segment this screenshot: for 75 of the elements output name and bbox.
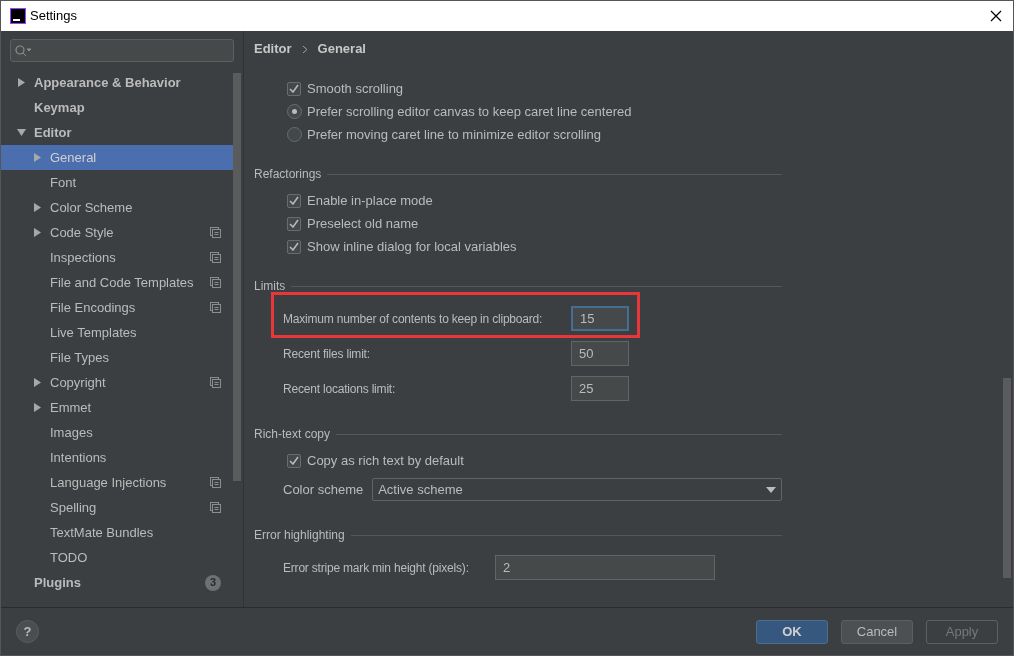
sidebar-item[interactable]: Emmet: [1, 395, 233, 420]
field-label: Recent locations limit:: [283, 380, 397, 398]
sidebar-item[interactable]: Language Injections: [1, 470, 233, 495]
dropdown-arrow-icon: [766, 486, 776, 493]
sidebar-item[interactable]: Appearance & Behavior: [1, 70, 233, 95]
sidebar-item[interactable]: Plugins 3: [1, 570, 233, 595]
collapsed-arrow-icon[interactable]: [33, 228, 42, 237]
search-icon: [15, 44, 31, 57]
radio-label: Prefer scrolling editor canvas to keep caret line centered: [307, 102, 632, 121]
section-title: Refactorings: [254, 166, 322, 183]
checkbox[interactable]: [287, 453, 301, 468]
number-field[interactable]: 15: [571, 306, 629, 331]
sidebar-item[interactable]: Color Scheme: [1, 195, 233, 220]
number-field[interactable]: 25: [571, 376, 629, 401]
radio-label: Prefer moving caret line to minimize editor scrolling: [307, 125, 602, 144]
help-button[interactable]: ?: [16, 620, 39, 643]
window-title: Settings: [30, 7, 77, 26]
field-label: Color scheme: [283, 480, 365, 499]
chevron-right-icon: [301, 44, 308, 54]
close-icon[interactable]: [990, 10, 1002, 22]
sidebar-item[interactable]: Copyright: [1, 370, 233, 395]
app-logo-icon: [10, 8, 26, 24]
check-icon: [289, 456, 299, 465]
checkbox[interactable]: [287, 193, 301, 208]
collapsed-arrow-icon[interactable]: [33, 203, 42, 212]
checkbox[interactable]: [287, 216, 301, 231]
sidebar-item[interactable]: File Types: [1, 345, 233, 370]
scheme-dropdown[interactable]: Active scheme: [372, 478, 782, 501]
sidebar-item[interactable]: TextMate Bundles: [1, 520, 233, 545]
number-field[interactable]: 50: [571, 341, 629, 366]
sidebar-item[interactable]: Code Style: [1, 220, 233, 245]
scrollbar[interactable]: [233, 73, 241, 481]
field-label: Error stripe mark min height (pixels):: [283, 559, 470, 577]
section-title: Limits: [254, 278, 286, 295]
sidebar-item[interactable]: Spelling: [1, 495, 233, 520]
dialog-button[interactable]: Cancel: [841, 619, 913, 644]
check-icon: [289, 196, 299, 205]
checkbox-label: Enable in-place mode: [307, 191, 433, 210]
sidebar-item[interactable]: Editor: [1, 120, 233, 145]
sidebar-item[interactable]: File Encodings: [1, 295, 233, 320]
check-icon: [289, 219, 299, 228]
checkbox-label: Smooth scrolling: [307, 79, 404, 98]
collapsed-arrow-icon[interactable]: [33, 403, 42, 412]
check-icon: [289, 84, 299, 93]
section-title: Rich-text copy: [254, 426, 331, 443]
ok-button[interactable]: OK: [756, 619, 828, 644]
checkbox[interactable]: [287, 81, 301, 96]
check-icon: [289, 242, 299, 251]
field-label: Maximum number of contents to keep in clipboard:: [283, 310, 544, 328]
section-title: Error highlighting: [254, 527, 345, 544]
sidebar-item[interactable]: Live Templates: [1, 320, 233, 345]
collapsed-arrow-icon[interactable]: [17, 78, 26, 87]
scrollbar[interactable]: [1003, 378, 1011, 578]
checkbox-label: Copy as rich text by default: [307, 451, 464, 470]
sidebar-item[interactable]: General: [1, 145, 233, 170]
radio-button[interactable]: [287, 104, 302, 119]
search-field[interactable]: [10, 39, 234, 62]
field-label: Recent files limit:: [283, 345, 371, 363]
breadcrumb-item: Editor: [254, 40, 292, 59]
sidebar-item[interactable]: Keymap: [1, 95, 233, 120]
sidebar-item[interactable]: TODO: [1, 545, 233, 570]
checkbox-label: Preselect old name: [307, 214, 419, 233]
number-field[interactable]: 2: [495, 555, 715, 580]
sidebar-item[interactable]: Images: [1, 420, 233, 445]
breadcrumb-item: General: [317, 40, 366, 59]
collapsed-arrow-icon[interactable]: [33, 378, 42, 387]
checkbox-label: Show inline dialog for local variables: [307, 237, 517, 256]
sidebar-item[interactable]: Font: [1, 170, 233, 195]
sidebar-item[interactable]: Inspections: [1, 245, 233, 270]
expanded-arrow-icon[interactable]: [17, 128, 26, 137]
checkbox[interactable]: [287, 239, 301, 254]
count-badge: 3: [205, 574, 221, 591]
sidebar-item[interactable]: Intentions: [1, 445, 233, 470]
sidebar-item[interactable]: File and Code Templates: [1, 270, 233, 295]
radio-button[interactable]: [287, 127, 302, 142]
